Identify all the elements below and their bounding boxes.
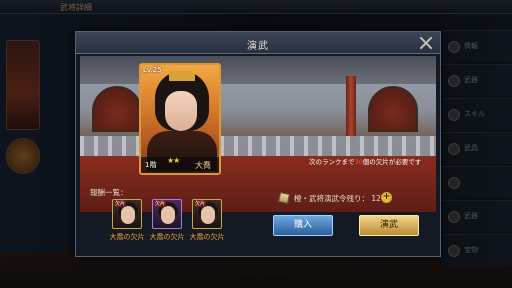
buy-button[interactable]: 購入 — [273, 215, 333, 236]
close-icon[interactable] — [417, 34, 435, 52]
add-token-button[interactable]: + — [381, 192, 392, 203]
dialog-header: 演武 — [76, 32, 440, 54]
scene-window — [92, 86, 142, 132]
reward-item[interactable]: 欠片 — [112, 199, 142, 229]
shard-tag: 欠片 — [194, 200, 207, 207]
character-crown — [169, 71, 195, 81]
scene-railing — [80, 136, 436, 156]
star-icon: ★★ — [167, 156, 180, 165]
rank-requirement-note: 次のランクまで30個の欠片が必要です — [309, 158, 422, 166]
scene-roof — [80, 56, 436, 84]
token-remaining: 橙・武将演武令残り： 12 — [294, 194, 381, 203]
reward-label: 大喬の欠片 — [149, 233, 185, 241]
palace-scene — [80, 56, 436, 212]
reward-label: 大喬の欠片 — [189, 233, 225, 241]
reward-label: 大喬の欠片 — [109, 233, 145, 241]
rewards-title: 報酬一覧： — [90, 188, 128, 197]
character-level: Lv.25 — [143, 66, 162, 74]
token-scroll-icon — [278, 192, 290, 204]
reward-item[interactable]: 欠片 — [192, 199, 222, 229]
required-shard-count: 30 — [354, 158, 363, 166]
character-card[interactable]: Lv.25 1階 ★★ 大喬 — [139, 63, 221, 175]
dialog-title: 演武 — [247, 41, 269, 52]
scene-window — [368, 86, 418, 132]
character-floor: 1階 — [145, 161, 157, 169]
character-name: 大喬 — [195, 161, 211, 170]
reward-item[interactable]: 欠片 — [152, 199, 182, 229]
character-face — [165, 91, 197, 131]
shard-tag: 欠片 — [154, 200, 167, 207]
shard-tag: 欠片 — [114, 200, 127, 207]
train-button[interactable]: 演武 — [359, 215, 419, 236]
